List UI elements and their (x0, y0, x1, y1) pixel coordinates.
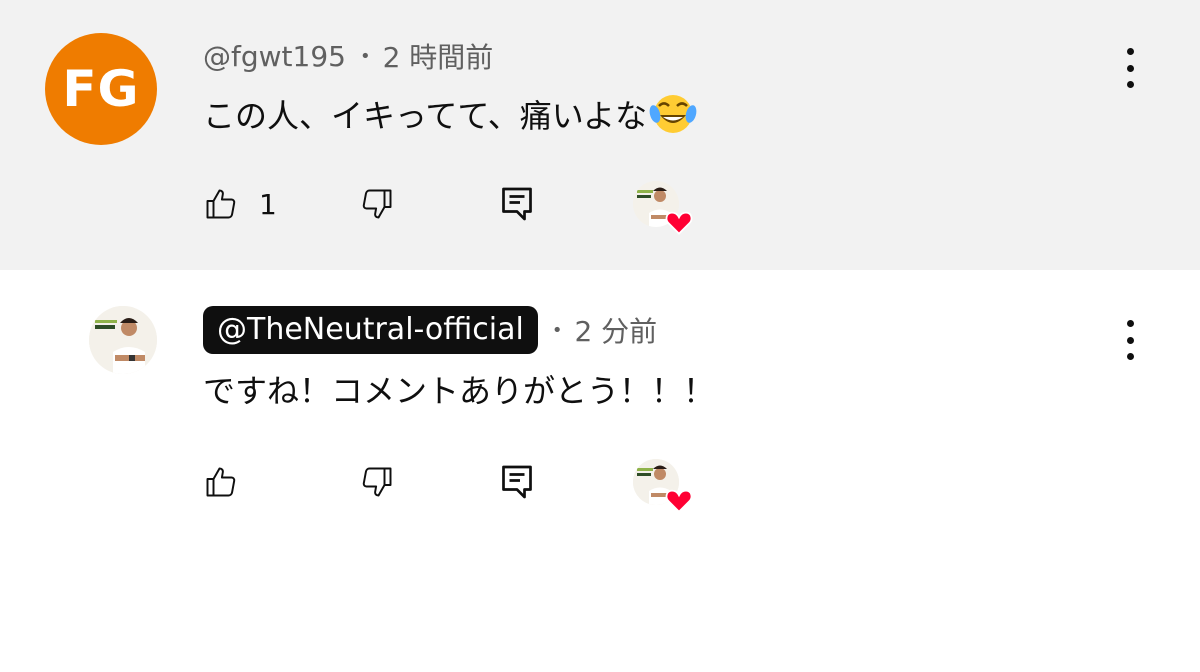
avatar[interactable]: FG (45, 33, 157, 145)
thumbs-up-icon (206, 467, 236, 497)
comment-reply: @TheNeutral-official • 2 分前 ですね！コメントありがと… (0, 270, 1200, 672)
comment-body: この人、イキってて、痛いよな (203, 97, 648, 135)
reply-button[interactable] (499, 182, 535, 226)
comment-meta: @TheNeutral-official • 2 分前 (203, 306, 657, 354)
comment-thread: FG @fgwt195 • 2 時間前 この人、イキってて、痛いよな 1 (0, 0, 1200, 270)
more-vertical-icon[interactable] (1118, 48, 1142, 88)
comment-text: ですね！コメントありがとう！！！ (203, 365, 715, 413)
creator-heart-badge[interactable] (633, 181, 693, 235)
like-button[interactable]: 1 (203, 182, 277, 226)
creator-heart-icon (665, 489, 693, 513)
thumbs-down-icon (362, 189, 392, 219)
comment-author[interactable]: @fgwt195 (203, 40, 346, 73)
reply-comment-icon (502, 465, 532, 499)
dislike-button[interactable] (359, 460, 395, 504)
comment-body: ですね！コメントありがとう！！！ (203, 372, 716, 410)
meta-separator: • (359, 45, 371, 67)
thumbs-down-icon (362, 467, 392, 497)
comment-timestamp[interactable]: 2 時間前 (383, 36, 494, 76)
comment-text: この人、イキってて、痛いよな (203, 90, 697, 138)
creator-heart-icon (665, 211, 693, 235)
creator-heart-badge[interactable] (633, 459, 693, 513)
comment-timestamp[interactable]: 2 分前 (574, 310, 657, 350)
avatar[interactable] (89, 306, 157, 374)
like-count: 1 (259, 187, 277, 221)
dislike-button[interactable] (359, 182, 395, 226)
comment-author-owner-badge[interactable]: @TheNeutral-official (203, 306, 538, 354)
like-button[interactable] (203, 460, 259, 504)
reply-comment-icon (502, 187, 532, 221)
reply-button[interactable] (499, 460, 535, 504)
comment-meta: @fgwt195 • 2 時間前 (203, 36, 493, 76)
creator-avatar (633, 459, 693, 513)
meta-separator: • (551, 319, 563, 341)
more-vertical-icon[interactable] (1118, 320, 1142, 360)
tears-of-joy-emoji (649, 91, 697, 137)
thumbs-up-icon (206, 189, 236, 219)
creator-avatar (633, 181, 693, 235)
